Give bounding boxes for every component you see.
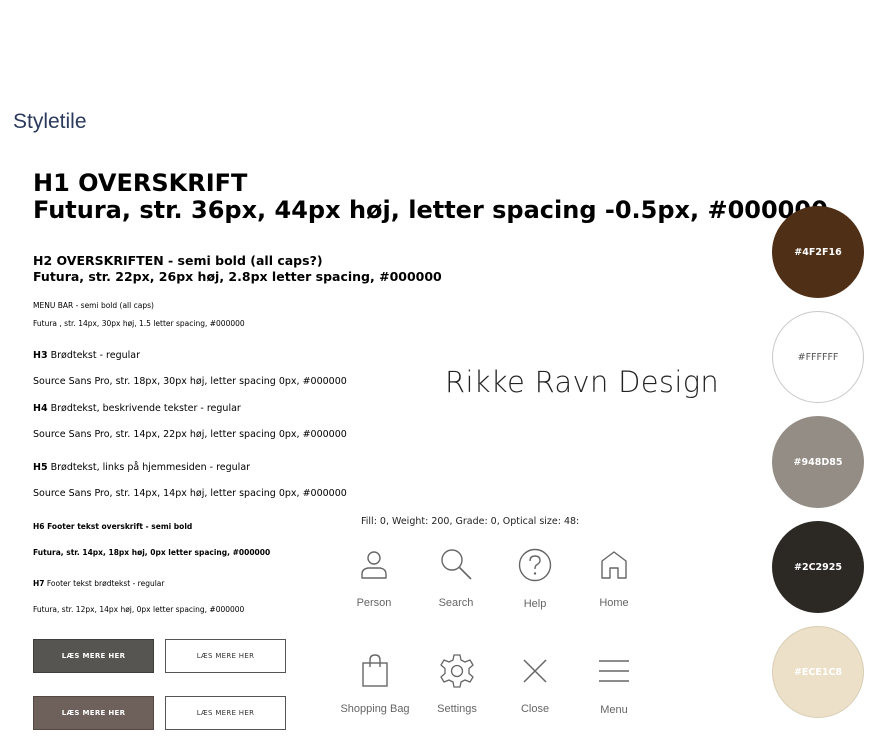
h3-title: H3 Brødtekst - regular [33, 350, 140, 361]
h1-title: H1 OVERSKRIFT [33, 169, 248, 197]
h4-desc: Brødtekst, beskrivende tekster - regular [47, 403, 241, 414]
h4-spec: Source Sans Pro, str. 14px, 22px høj, le… [33, 429, 347, 440]
h1-spec: Futura, str. 36px, 44px høj, letter spac… [33, 196, 828, 224]
read-more-button-taupe[interactable]: LÆS MERE HER [33, 696, 154, 730]
h3-spec: Source Sans Pro, str. 18px, 30px høj, le… [33, 376, 347, 387]
icon-cell-close: Close [495, 651, 575, 715]
swatch-brown: #4F2F16 [772, 206, 864, 298]
icon-label-close: Close [520, 703, 550, 715]
swatch-cream: #ECE1C8 [772, 626, 864, 718]
icon-label-menu: Menu [600, 704, 628, 716]
icon-cell-shopping-bag: Shopping Bag [335, 651, 415, 715]
swatch-label-white: #FFFFFF [797, 351, 839, 363]
h5-spec: Source Sans Pro, str. 14px, 14px høj, le… [33, 488, 347, 499]
h5-title: H5 Brødtekst, links på hjemmesiden - reg… [33, 462, 250, 473]
read-more-button-outline-2[interactable]: LÆS MERE HER [165, 696, 286, 730]
swatch-charcoal: #2C2925 [772, 521, 864, 613]
swatch-label-cream: #ECE1C8 [793, 666, 843, 678]
icon-label-help: Help [523, 598, 547, 610]
h2-sample: H2 OVERSKRIFTEN - semi bold (all caps?) … [33, 253, 442, 285]
h7-tag: H7 [33, 579, 45, 588]
icon-label-person: Person [356, 597, 392, 609]
swatch-white: #FFFFFF [772, 311, 864, 403]
h4-tag: H4 [33, 403, 48, 414]
close-icon [523, 659, 547, 683]
h6-title: H6 Footer tekst overskrift - semi bold [33, 522, 193, 531]
h5-tag: H5 [33, 462, 48, 473]
icon-cell-settings: Settings [417, 651, 497, 715]
read-more-button-outline[interactable]: LÆS MERE HER [165, 639, 286, 673]
h2-spec: Futura, str. 22px, 26px høj, 2.8px lette… [33, 269, 442, 284]
icon-cell-search: Search [416, 545, 496, 609]
icon-cell-home: Home [574, 545, 654, 609]
icon-cell-help: Help [495, 545, 575, 610]
search-icon [441, 549, 472, 580]
h1-sample: H1 OVERSKRIFT Futura, str. 36px, 44px hø… [33, 170, 828, 224]
icon-cell-person: Person [334, 545, 414, 609]
person-icon [361, 551, 387, 579]
read-more-button-dark[interactable]: LÆS MERE HER [33, 639, 154, 673]
home-icon [601, 551, 627, 579]
icon-label-settings: Settings [437, 703, 477, 715]
h7-spec: Futura, str. 12px, 14px høj, 0px letter … [33, 605, 245, 614]
h3-desc: Brødtekst - regular [47, 350, 141, 361]
h5-desc: Brødtekst, links på hjemmesiden - regula… [47, 462, 251, 473]
icon-spec-caption: Fill: 0, Weight: 200, Grade: 0, Optical … [361, 516, 580, 527]
logo-text: Rikke Ravn Design [445, 365, 720, 399]
icon-label-shopping-bag: Shopping Bag [340, 703, 410, 715]
settings-icon [440, 654, 474, 688]
page-title: Styletile [13, 110, 87, 133]
swatch-label-brown: #4F2F16 [794, 246, 842, 258]
h7-desc: Footer tekst brødtekst - regular [44, 579, 165, 588]
help-icon [518, 548, 552, 582]
icon-label-home: Home [599, 597, 629, 609]
h6-spec: Futura, str. 14px, 18px høj, 0px letter … [33, 548, 271, 557]
icon-cell-menu: Menu [574, 651, 654, 716]
menu-bar-title: MENU BAR - semi bold (all caps) [33, 301, 154, 310]
h7-title: H7 Footer tekst brødtekst - regular [33, 579, 165, 588]
h4-title: H4 Brødtekst, beskrivende tekster - regu… [33, 403, 241, 414]
shopping-bag-icon [362, 654, 388, 687]
icon-label-search: Search [438, 597, 474, 609]
swatch-grey: #948D85 [772, 416, 864, 508]
swatch-label-charcoal: #2C2925 [794, 561, 842, 573]
h2-title: H2 OVERSKRIFTEN - semi bold (all caps?) [33, 253, 323, 268]
menu-icon [599, 660, 629, 682]
swatch-label-grey: #948D85 [793, 456, 843, 468]
menu-bar-spec: Futura , str. 14px, 30px høj, 1.5 letter… [33, 319, 245, 328]
h3-tag: H3 [33, 350, 48, 361]
